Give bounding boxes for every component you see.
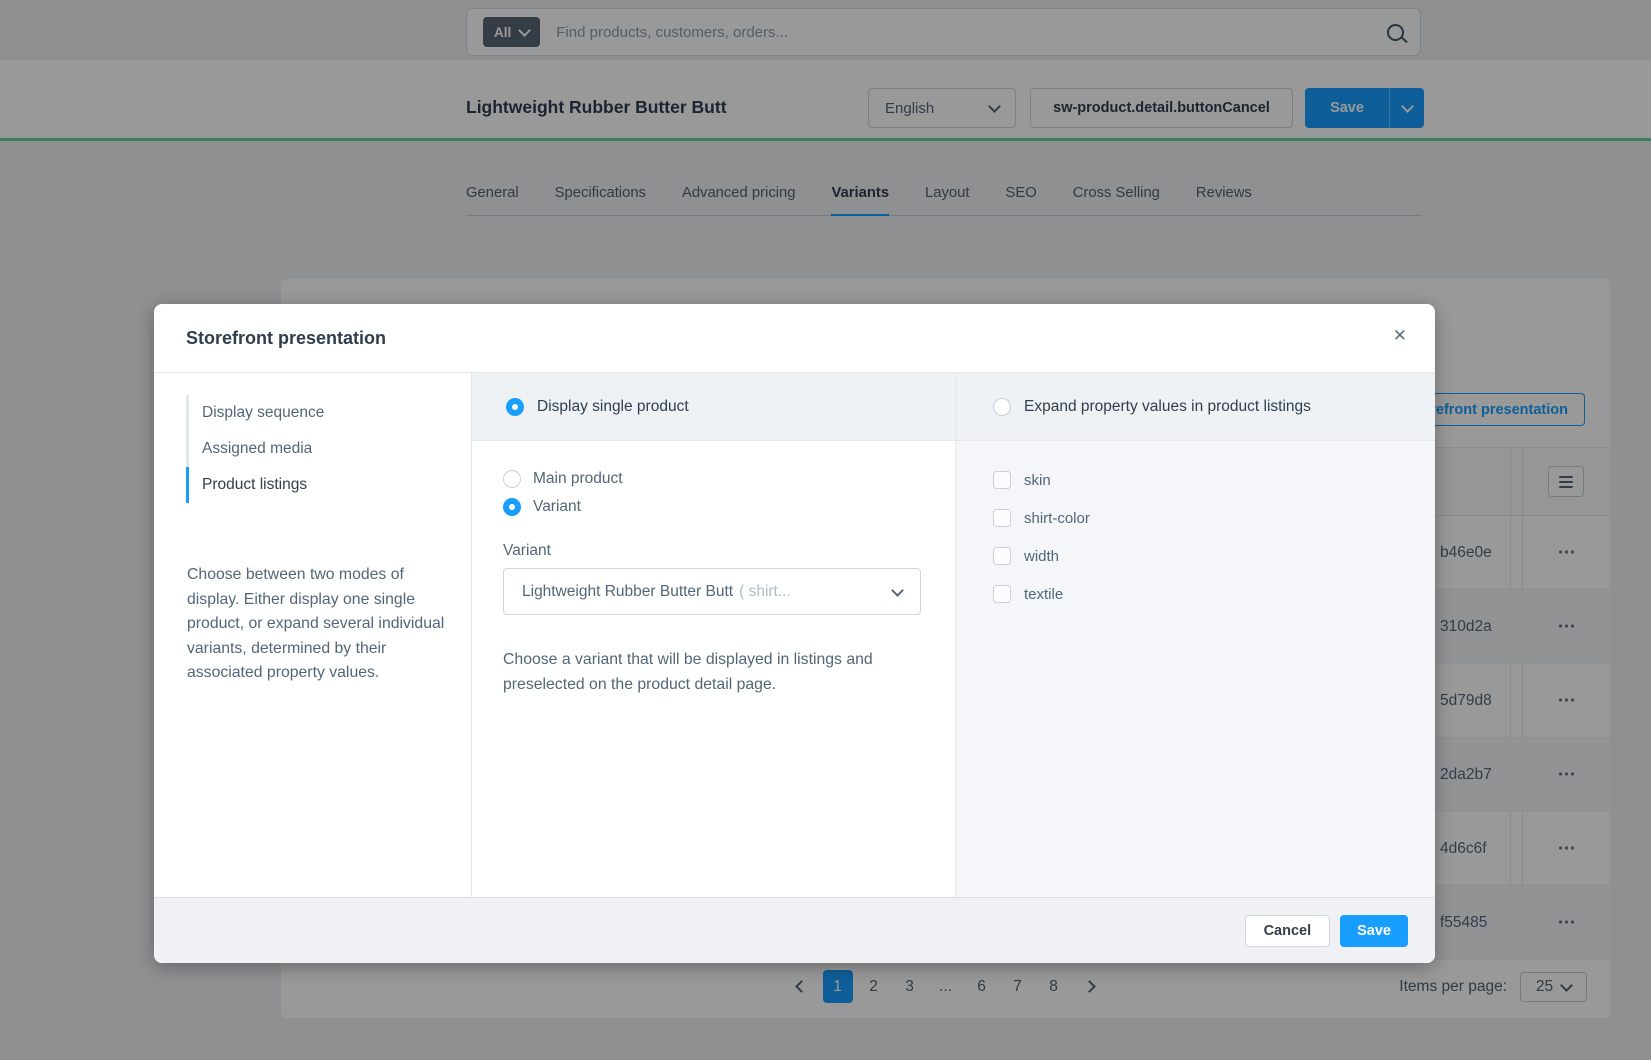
modal-header: Storefront presentation ✕ (154, 304, 1435, 373)
modal-footer: Cancel Save (154, 897, 1435, 963)
storefront-presentation-modal: Storefront presentation ✕ Display sequen… (154, 304, 1435, 963)
modal-sidebar: Display sequence Assigned media Product … (154, 373, 472, 897)
single-product-mode-header: Display single product (472, 373, 955, 441)
modal-cancel-button[interactable]: Cancel (1245, 915, 1331, 947)
property-label-skin: skin (1024, 472, 1051, 489)
property-label-textile: textile (1024, 586, 1063, 603)
checkbox-width[interactable] (993, 547, 1011, 565)
variant-field-label: Variant (503, 542, 924, 560)
checkbox-skin[interactable] (993, 471, 1011, 489)
expand-properties-column: Expand property values in product listin… (955, 373, 1435, 897)
expand-property-values-label: Expand property values in product listin… (1024, 398, 1311, 416)
property-label-width: width (1024, 548, 1059, 565)
display-single-product-label: Display single product (537, 398, 689, 416)
checkbox-textile[interactable] (993, 585, 1011, 603)
single-product-column: Display single product Main product Vari… (472, 373, 955, 897)
display-single-product-radio[interactable] (506, 398, 524, 416)
mode-description: Choose between two modes of display. Eit… (187, 563, 455, 686)
variant-help-text: Choose a variant that will be displayed … (503, 647, 927, 697)
variant-radio[interactable] (503, 498, 521, 516)
expand-property-values-radio[interactable] (993, 398, 1011, 416)
checkbox-shirt-color[interactable] (993, 509, 1011, 527)
chevron-down-icon (891, 584, 904, 597)
expand-properties-header: Expand property values in product listin… (956, 373, 1435, 441)
modal-body: Display sequence Assigned media Product … (154, 373, 1435, 897)
variant-select[interactable]: Lightweight Rubber Butter Butt ( shirt..… (503, 568, 921, 615)
modal-save-button[interactable]: Save (1340, 915, 1408, 947)
close-icon[interactable]: ✕ (1393, 326, 1407, 346)
property-label-shirt-color: shirt-color (1024, 510, 1090, 527)
modal-title: Storefront presentation (186, 328, 386, 349)
variant-select-value: Lightweight Rubber Butter Butt (522, 583, 733, 601)
sidebar-item-product-listings[interactable]: Product listings (186, 467, 471, 503)
main-product-radio[interactable] (503, 470, 521, 488)
sidebar-item-assigned-media[interactable]: Assigned media (186, 431, 471, 467)
sidebar-item-display-sequence[interactable]: Display sequence (186, 395, 471, 431)
variant-select-note: ( shirt... (739, 583, 791, 601)
main-product-label: Main product (533, 470, 623, 488)
app-root: { "search": { "scope": "All", "placehold… (0, 0, 1651, 1060)
variant-option-label: Variant (533, 498, 581, 516)
